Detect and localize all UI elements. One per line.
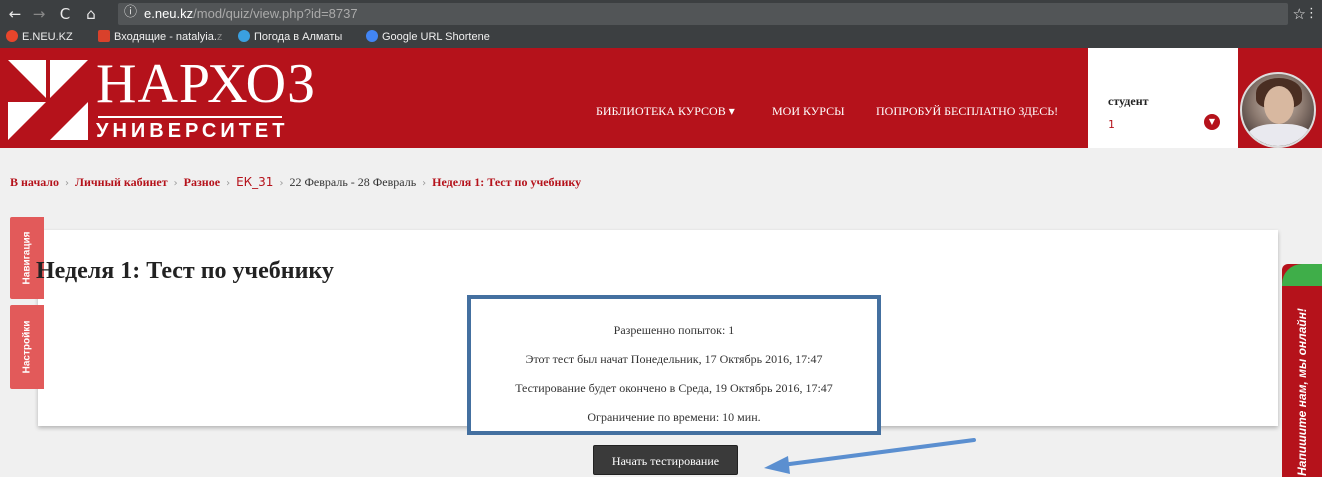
bookmark-label: Google URL Shortene [382, 31, 490, 43]
breadcrumb-course[interactable]: ЕК_31 [236, 175, 273, 189]
chat-widget[interactable]: Напишите нам, мы онлайн! [1282, 264, 1322, 477]
reload-icon[interactable]: C [56, 5, 74, 23]
url-host: e.neu.kz [144, 6, 194, 21]
avatar-shoulders [1246, 124, 1314, 146]
breadcrumb-separator-icon: › [279, 178, 284, 189]
menu-kebab-icon[interactable]: ⋮ [1305, 6, 1318, 21]
online-status-icon [1282, 264, 1322, 286]
tab-settings[interactable]: Настройки [10, 305, 44, 389]
start-attempt-button[interactable]: Начать тестирование [593, 445, 738, 475]
forward-icon[interactable]: → [30, 5, 48, 23]
bookmark-inbox[interactable]: Входящие - natalyia.z [98, 29, 222, 45]
avatar[interactable] [1240, 72, 1316, 148]
chat-label: Напишите нам, мы онлайн! [1295, 308, 1309, 476]
home-icon[interactable]: ⌂ [82, 5, 100, 23]
breadcrumb-separator-icon: › [422, 178, 427, 189]
google-icon [366, 30, 378, 42]
user-dropdown-icon[interactable]: ▼ [1204, 114, 1220, 130]
address-row: ← → C ⌂ ⓘ e.neu.kz/mod/quiz/view.php?id=… [0, 3, 1322, 25]
logo-divider [98, 116, 282, 118]
quiz-opened: Этот тест был начат Понедельник, 17 Октя… [525, 352, 823, 366]
menu-try-free[interactable]: ПОПРОБУЙ БЕСПЛАТНО ЗДЕСЬ! [876, 104, 1058, 119]
user-menu[interactable]: студент 1 ▼ [1088, 48, 1238, 148]
url-path: /mod/quiz/view.php?id=8737 [193, 6, 358, 21]
breadcrumb-separator-icon: › [65, 178, 70, 189]
annotation-arrow-icon [764, 438, 976, 474]
gmail-icon [98, 30, 110, 42]
url-text: e.neu.kz/mod/quiz/view.php?id=8737 [144, 6, 358, 21]
logo-subtitle: УНИВЕРСИТЕТ [96, 120, 289, 142]
quiz-closes: Тестирование будет окончено в Среда, 19 … [515, 381, 833, 395]
bookmark-google-shortener[interactable]: Google URL Shortene [366, 29, 490, 45]
browser-toolbar: ← → C ⌂ ⓘ e.neu.kz/mod/quiz/view.php?id=… [0, 0, 1322, 48]
breadcrumb-row: В начало › Личный кабинет › Разное › ЕК_31 › 22 … [10, 175, 581, 190]
avatar-face [1264, 86, 1294, 124]
menu-my-courses[interactable]: МОИ КУРСЫ [772, 104, 845, 119]
breadcrumb-week[interactable]: 22 Февраль - 28 Февраль [289, 175, 416, 189]
logo-title[interactable]: НАРХОЗ [96, 54, 316, 114]
time-limit: Ограничение по времени: 10 мин. [587, 410, 761, 424]
back-icon[interactable]: ← [6, 5, 24, 23]
tab-settings-label: Настройки [21, 320, 33, 374]
bookmark-label: Входящие - natalyia. [114, 31, 217, 43]
eneu-favicon-icon [6, 30, 18, 42]
narxoz-logo-icon[interactable] [8, 60, 88, 140]
breadcrumb-misc[interactable]: Разное [184, 175, 220, 189]
user-name: студент [1108, 94, 1149, 108]
address-bar[interactable]: ⓘ e.neu.kz/mod/quiz/view.php?id=8737 [118, 3, 1288, 25]
bookmark-weather[interactable]: Погода в Алматы [238, 29, 342, 45]
bookmark-label-fade: z [216, 31, 223, 43]
bookmark-label: E.NEU.KZ [22, 31, 73, 43]
bookmark-label: Погода в Алматы [254, 31, 343, 43]
breadcrumb-current[interactable]: Неделя 1: Тест по учебнику [432, 175, 581, 189]
page-title: Неделя 1: Тест по учебнику [36, 258, 334, 284]
breadcrumb-home[interactable]: В начало [10, 175, 59, 189]
user-number: 1 [1108, 118, 1115, 131]
attempts-allowed: Разрешенно попыток: 1 [613, 323, 735, 337]
weather-icon [238, 30, 250, 42]
bookmark-eneu[interactable]: E.NEU.KZ [6, 29, 73, 45]
bookmarks-bar: E.NEU.KZ Входящие - natalyia.z Погода в … [0, 26, 520, 48]
bookmark-star-icon[interactable]: ☆ [1293, 5, 1306, 23]
breadcrumb-dashboard[interactable]: Личный кабинет [75, 175, 168, 189]
breadcrumb-separator-icon: › [226, 178, 231, 189]
breadcrumb-separator-icon: › [173, 178, 178, 189]
tab-navigation-label: Навигация [21, 231, 33, 285]
info-icon[interactable]: ⓘ [124, 5, 140, 21]
menu-course-library[interactable]: БИБЛИОТЕКА КУРСОВ ▾ [596, 104, 735, 119]
quiz-info-box: Разрешенно попыток: 1 Этот тест был нача… [467, 295, 881, 435]
breadcrumb: В начало › Личный кабинет › Разное › ЕК_31 › 22 … [0, 148, 1322, 212]
